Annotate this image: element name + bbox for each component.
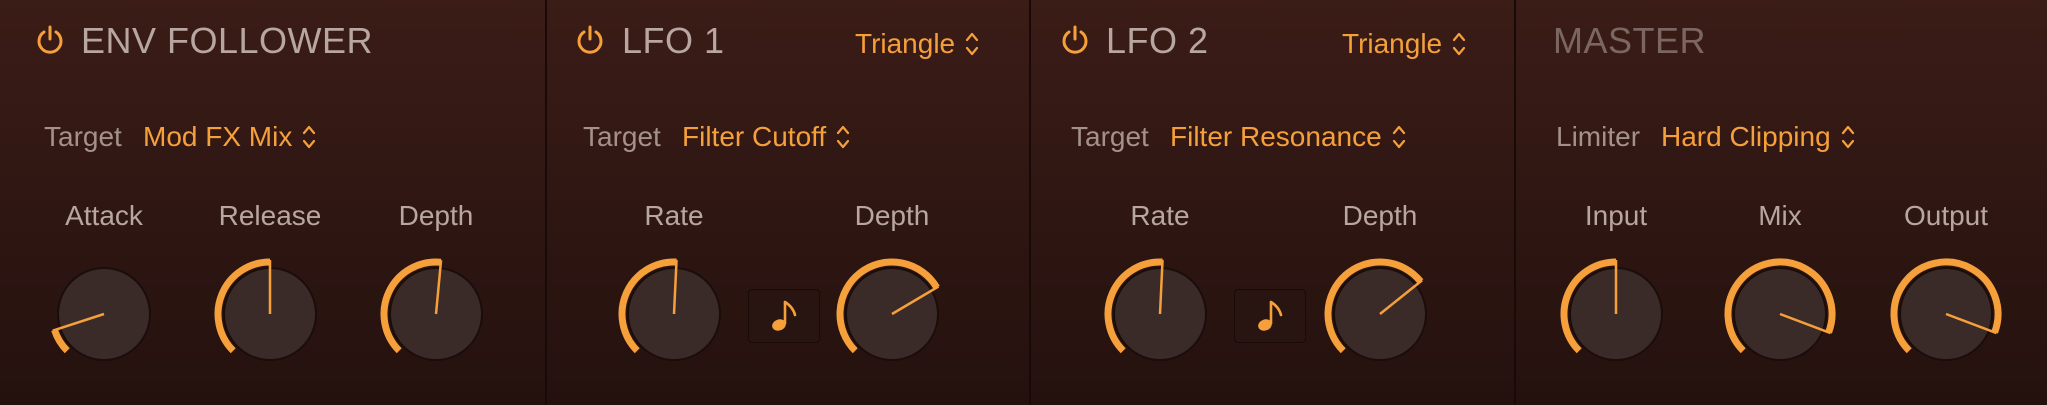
depth-knob[interactable] bbox=[832, 254, 952, 374]
power-icon[interactable] bbox=[575, 24, 605, 56]
input-knob[interactable] bbox=[1556, 254, 1676, 374]
knob-label-mix: Mix bbox=[1758, 200, 1802, 231]
chevron-updown-icon bbox=[1392, 125, 1405, 149]
music-note-icon bbox=[772, 300, 797, 331]
lfo1-section: LFO 1 Triangle Target Filter Cutoff Rate bbox=[547, 0, 1029, 405]
target-value: Mod FX Mix bbox=[143, 121, 293, 152]
waveform-select[interactable]: Triangle bbox=[855, 28, 979, 60]
chevron-updown-icon bbox=[1841, 125, 1854, 149]
limiter-select[interactable]: Hard Clipping bbox=[1661, 121, 1855, 153]
depth-knob[interactable] bbox=[376, 254, 496, 374]
knob-label-depth: Depth bbox=[854, 200, 930, 231]
release-knob[interactable] bbox=[210, 254, 330, 374]
tempo-sync-button[interactable] bbox=[1234, 289, 1306, 343]
limiter-label: Limiter bbox=[1556, 121, 1641, 152]
power-icon[interactable] bbox=[1060, 24, 1090, 56]
chevron-updown-icon bbox=[837, 125, 850, 149]
knob-label-output: Output bbox=[1903, 200, 1989, 231]
target-select[interactable]: Filter Cutoff bbox=[682, 121, 850, 153]
modulation-panel: ENV FOLLOWER Target Mod FX Mix Attack Re… bbox=[0, 0, 2047, 405]
mix-knob[interactable] bbox=[1720, 254, 1840, 374]
target-value: Filter Resonance bbox=[1170, 121, 1382, 152]
knob-label-release: Release bbox=[218, 200, 322, 231]
attack-knob[interactable] bbox=[44, 254, 164, 374]
depth-knob[interactable] bbox=[1320, 254, 1440, 374]
target-label: Target bbox=[583, 121, 661, 152]
lfo2-section: LFO 2 Triangle Target Filter Resonance R… bbox=[1031, 0, 1514, 405]
rate-knob[interactable] bbox=[614, 254, 734, 374]
master-section: MASTER Limiter Hard Clipping Input Mix O… bbox=[1516, 0, 2047, 405]
target-label: Target bbox=[1071, 121, 1149, 152]
output-knob[interactable] bbox=[1886, 254, 2006, 374]
chevron-updown-icon bbox=[966, 32, 979, 56]
waveform-value: Triangle bbox=[855, 28, 956, 59]
env-follower-section: ENV FOLLOWER Target Mod FX Mix Attack Re… bbox=[0, 0, 546, 405]
limiter-value: Hard Clipping bbox=[1661, 121, 1831, 152]
knob-label-depth: Depth bbox=[398, 200, 474, 231]
target-select[interactable]: Filter Resonance bbox=[1170, 121, 1406, 153]
chevron-updown-icon bbox=[303, 125, 316, 149]
rate-knob[interactable] bbox=[1100, 254, 1220, 374]
knob-label-input: Input bbox=[1584, 200, 1648, 231]
power-icon[interactable] bbox=[35, 24, 65, 56]
knob-label-attack: Attack bbox=[65, 200, 143, 231]
chevron-updown-icon bbox=[1453, 32, 1466, 56]
tempo-sync-button[interactable] bbox=[748, 289, 820, 343]
target-value: Filter Cutoff bbox=[682, 121, 827, 152]
waveform-select[interactable]: Triangle bbox=[1342, 28, 1466, 60]
section-title: MASTER bbox=[1553, 20, 1707, 61]
waveform-value: Triangle bbox=[1342, 28, 1443, 59]
knob-label-rate: Rate bbox=[1130, 200, 1190, 231]
section-title: LFO 2 bbox=[1106, 20, 1209, 61]
knob-label-rate: Rate bbox=[644, 200, 704, 231]
section-title: ENV FOLLOWER bbox=[81, 20, 374, 61]
knob-label-depth: Depth bbox=[1342, 200, 1418, 231]
music-note-icon bbox=[1258, 300, 1283, 331]
target-label: Target bbox=[44, 121, 122, 152]
section-title: LFO 1 bbox=[622, 20, 725, 61]
target-select[interactable]: Mod FX Mix bbox=[143, 121, 316, 153]
